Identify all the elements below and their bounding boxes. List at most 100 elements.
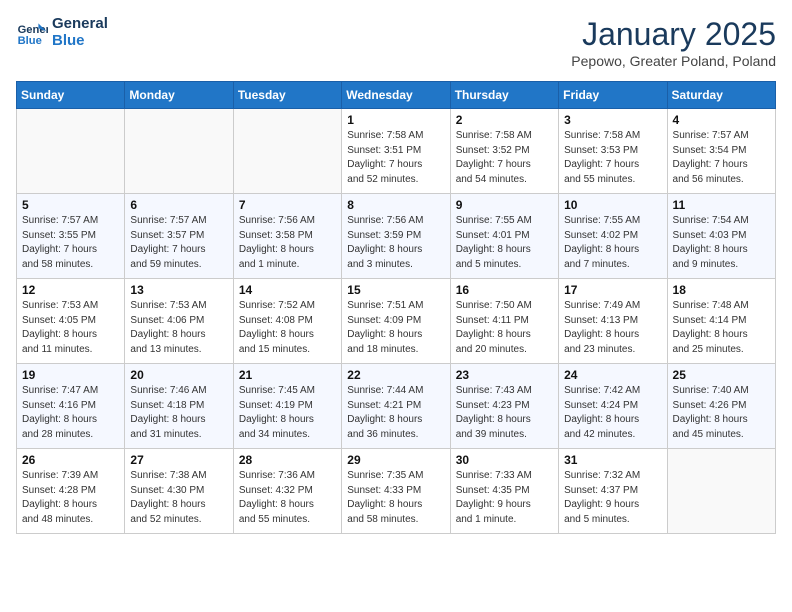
day-number: 15 [347,283,444,297]
day-cell: 13 Sunrise: 7:53 AMSunset: 4:06 PMDayligh… [125,279,233,364]
day-number: 10 [564,198,661,212]
day-number: 5 [22,198,119,212]
title-block: January 2025 Pepowo, Greater Poland, Pol… [571,16,776,69]
day-cell: 4Sunrise: 7:57 AMSunset: 3:54 PMDaylight… [667,109,775,194]
day-number: 27 [130,453,227,467]
day-info: Sunrise: 7:50 AMSunset: 4:11 PMDaylight:… [456,299,553,357]
location-subtitle: Pepowo, Greater Poland, Poland [571,53,776,69]
day-info: Sunrise: 7:56 AMSunset: 3:59 PMDaylight:… [347,214,444,272]
day-info: Sunrise: 7:47 AMSunset: 4:16 PMDaylight:… [22,384,119,442]
page-header: General Blue General Blue January 2025 P… [16,16,776,69]
day-cell: 23Sunrise: 7:43 AMSunset: 4:23 PMDayligh… [450,364,558,449]
day-info: Sunrise: 7:53 AMSunset: 4:06 PMDaylight:… [130,299,227,357]
day-number: 31 [564,453,661,467]
day-number: 30 [456,453,553,467]
week-row-5: 26 Sunrise: 7:39 AMSunset: 4:28 PMDayligh… [17,449,776,534]
day-info: Sunrise: 7:38 AMSunset: 4:30 PMDaylight:… [130,469,227,527]
header-saturday: Saturday [667,82,775,109]
header-monday: Monday [125,82,233,109]
day-info: Sunrise: 7:33 AMSunset: 4:35 PMDaylight:… [456,469,553,527]
logo-general: General [52,16,108,33]
day-info: Sunrise: 7:39 AMSunset: 4:28 PMDaylight:… [22,469,119,527]
day-info: Sunrise: 7:58 AMSunset: 3:53 PMDaylight:… [564,129,661,187]
day-info: Sunrise: 7:44 AMSunset: 4:21 PMDaylight:… [347,384,444,442]
day-number: 25 [673,368,770,382]
day-number: 28 [239,453,336,467]
week-row-1: 1 Sunrise: 7:58 AMSunset: 3:51 PMDaylight… [17,109,776,194]
day-cell: 27 Sunrise: 7:38 AMSunset: 4:30 PMDayligh… [125,449,233,534]
day-cell: 12 Sunrise: 7:53 AMSunset: 4:05 PMDayligh… [17,279,125,364]
calendar-table: SundayMondayTuesdayWednesdayThursdayFrid… [16,81,776,534]
calendar-header-row: SundayMondayTuesdayWednesdayThursdayFrid… [17,82,776,109]
day-cell: 28 Sunrise: 7:36 AMSunset: 4:32 PMDayligh… [233,449,341,534]
day-info: Sunrise: 7:43 AMSunset: 4:23 PMDaylight:… [456,384,553,442]
day-info: Sunrise: 7:40 AMSunset: 4:26 PMDaylight:… [673,384,770,442]
day-cell: 14 Sunrise: 7:52 AMSunset: 4:08 PMDayligh… [233,279,341,364]
day-info: Sunrise: 7:52 AMSunset: 4:08 PMDaylight:… [239,299,336,357]
day-info: Sunrise: 7:58 AMSunset: 3:51 PMDaylight:… [347,129,444,187]
day-number: 14 [239,283,336,297]
day-info: Sunrise: 7:48 AMSunset: 4:14 PMDaylight:… [673,299,770,357]
day-cell: 15 Sunrise: 7:51 AMSunset: 4:09 PMDayligh… [342,279,450,364]
svg-text:Blue: Blue [18,35,42,47]
day-number: 12 [22,283,119,297]
day-number: 18 [673,283,770,297]
day-cell: 26 Sunrise: 7:39 AMSunset: 4:28 PMDayligh… [17,449,125,534]
day-info: Sunrise: 7:42 AMSunset: 4:24 PMDaylight:… [564,384,661,442]
day-info: Sunrise: 7:36 AMSunset: 4:32 PMDaylight:… [239,469,336,527]
week-row-4: 19 Sunrise: 7:47 AMSunset: 4:16 PMDayligh… [17,364,776,449]
day-cell: 2Sunrise: 7:58 AMSunset: 3:52 PMDaylight… [450,109,558,194]
day-cell [667,449,775,534]
day-number: 1 [347,113,444,127]
day-cell: 3 Sunrise: 7:58 AMSunset: 3:53 PMDaylight… [559,109,667,194]
day-number: 26 [22,453,119,467]
day-cell: 17Sunrise: 7:49 AMSunset: 4:13 PMDayligh… [559,279,667,364]
day-cell: 22Sunrise: 7:44 AMSunset: 4:21 PMDayligh… [342,364,450,449]
day-number: 3 [564,113,661,127]
day-number: 7 [239,198,336,212]
day-number: 21 [239,368,336,382]
day-number: 13 [130,283,227,297]
month-title: January 2025 [571,16,776,53]
day-cell: 16 Sunrise: 7:50 AMSunset: 4:11 PMDayligh… [450,279,558,364]
day-cell: 21 Sunrise: 7:45 AMSunset: 4:19 PMDayligh… [233,364,341,449]
logo: General Blue General Blue [16,16,108,49]
header-sunday: Sunday [17,82,125,109]
day-number: 9 [456,198,553,212]
day-cell: 29Sunrise: 7:35 AMSunset: 4:33 PMDayligh… [342,449,450,534]
day-cell: 25 Sunrise: 7:40 AMSunset: 4:26 PMDayligh… [667,364,775,449]
day-info: Sunrise: 7:58 AMSunset: 3:52 PMDaylight:… [456,129,553,187]
day-info: Sunrise: 7:57 AMSunset: 3:55 PMDaylight:… [22,214,119,272]
day-cell: 20 Sunrise: 7:46 AMSunset: 4:18 PMDayligh… [125,364,233,449]
day-cell: 24 Sunrise: 7:42 AMSunset: 4:24 PMDayligh… [559,364,667,449]
day-cell: 9 Sunrise: 7:55 AMSunset: 4:01 PMDaylight… [450,194,558,279]
day-cell [233,109,341,194]
day-info: Sunrise: 7:45 AMSunset: 4:19 PMDaylight:… [239,384,336,442]
header-wednesday: Wednesday [342,82,450,109]
day-number: 29 [347,453,444,467]
day-info: Sunrise: 7:54 AMSunset: 4:03 PMDaylight:… [673,214,770,272]
day-info: Sunrise: 7:51 AMSunset: 4:09 PMDaylight:… [347,299,444,357]
header-friday: Friday [559,82,667,109]
header-thursday: Thursday [450,82,558,109]
logo-blue: Blue [52,33,108,50]
day-cell: 11 Sunrise: 7:54 AMSunset: 4:03 PMDayligh… [667,194,775,279]
day-cell: 30 Sunrise: 7:33 AMSunset: 4:35 PMDayligh… [450,449,558,534]
day-number: 11 [673,198,770,212]
day-number: 19 [22,368,119,382]
day-info: Sunrise: 7:53 AMSunset: 4:05 PMDaylight:… [22,299,119,357]
day-cell: 19 Sunrise: 7:47 AMSunset: 4:16 PMDayligh… [17,364,125,449]
day-cell: 5 Sunrise: 7:57 AMSunset: 3:55 PMDaylight… [17,194,125,279]
week-row-3: 12 Sunrise: 7:53 AMSunset: 4:05 PMDayligh… [17,279,776,364]
day-info: Sunrise: 7:46 AMSunset: 4:18 PMDaylight:… [130,384,227,442]
day-cell [125,109,233,194]
day-number: 17 [564,283,661,297]
day-number: 16 [456,283,553,297]
day-info: Sunrise: 7:55 AMSunset: 4:01 PMDaylight:… [456,214,553,272]
day-number: 24 [564,368,661,382]
day-info: Sunrise: 7:32 AMSunset: 4:37 PMDaylight:… [564,469,661,527]
day-number: 8 [347,198,444,212]
header-tuesday: Tuesday [233,82,341,109]
day-info: Sunrise: 7:57 AMSunset: 3:54 PMDaylight:… [673,129,770,187]
day-number: 20 [130,368,227,382]
